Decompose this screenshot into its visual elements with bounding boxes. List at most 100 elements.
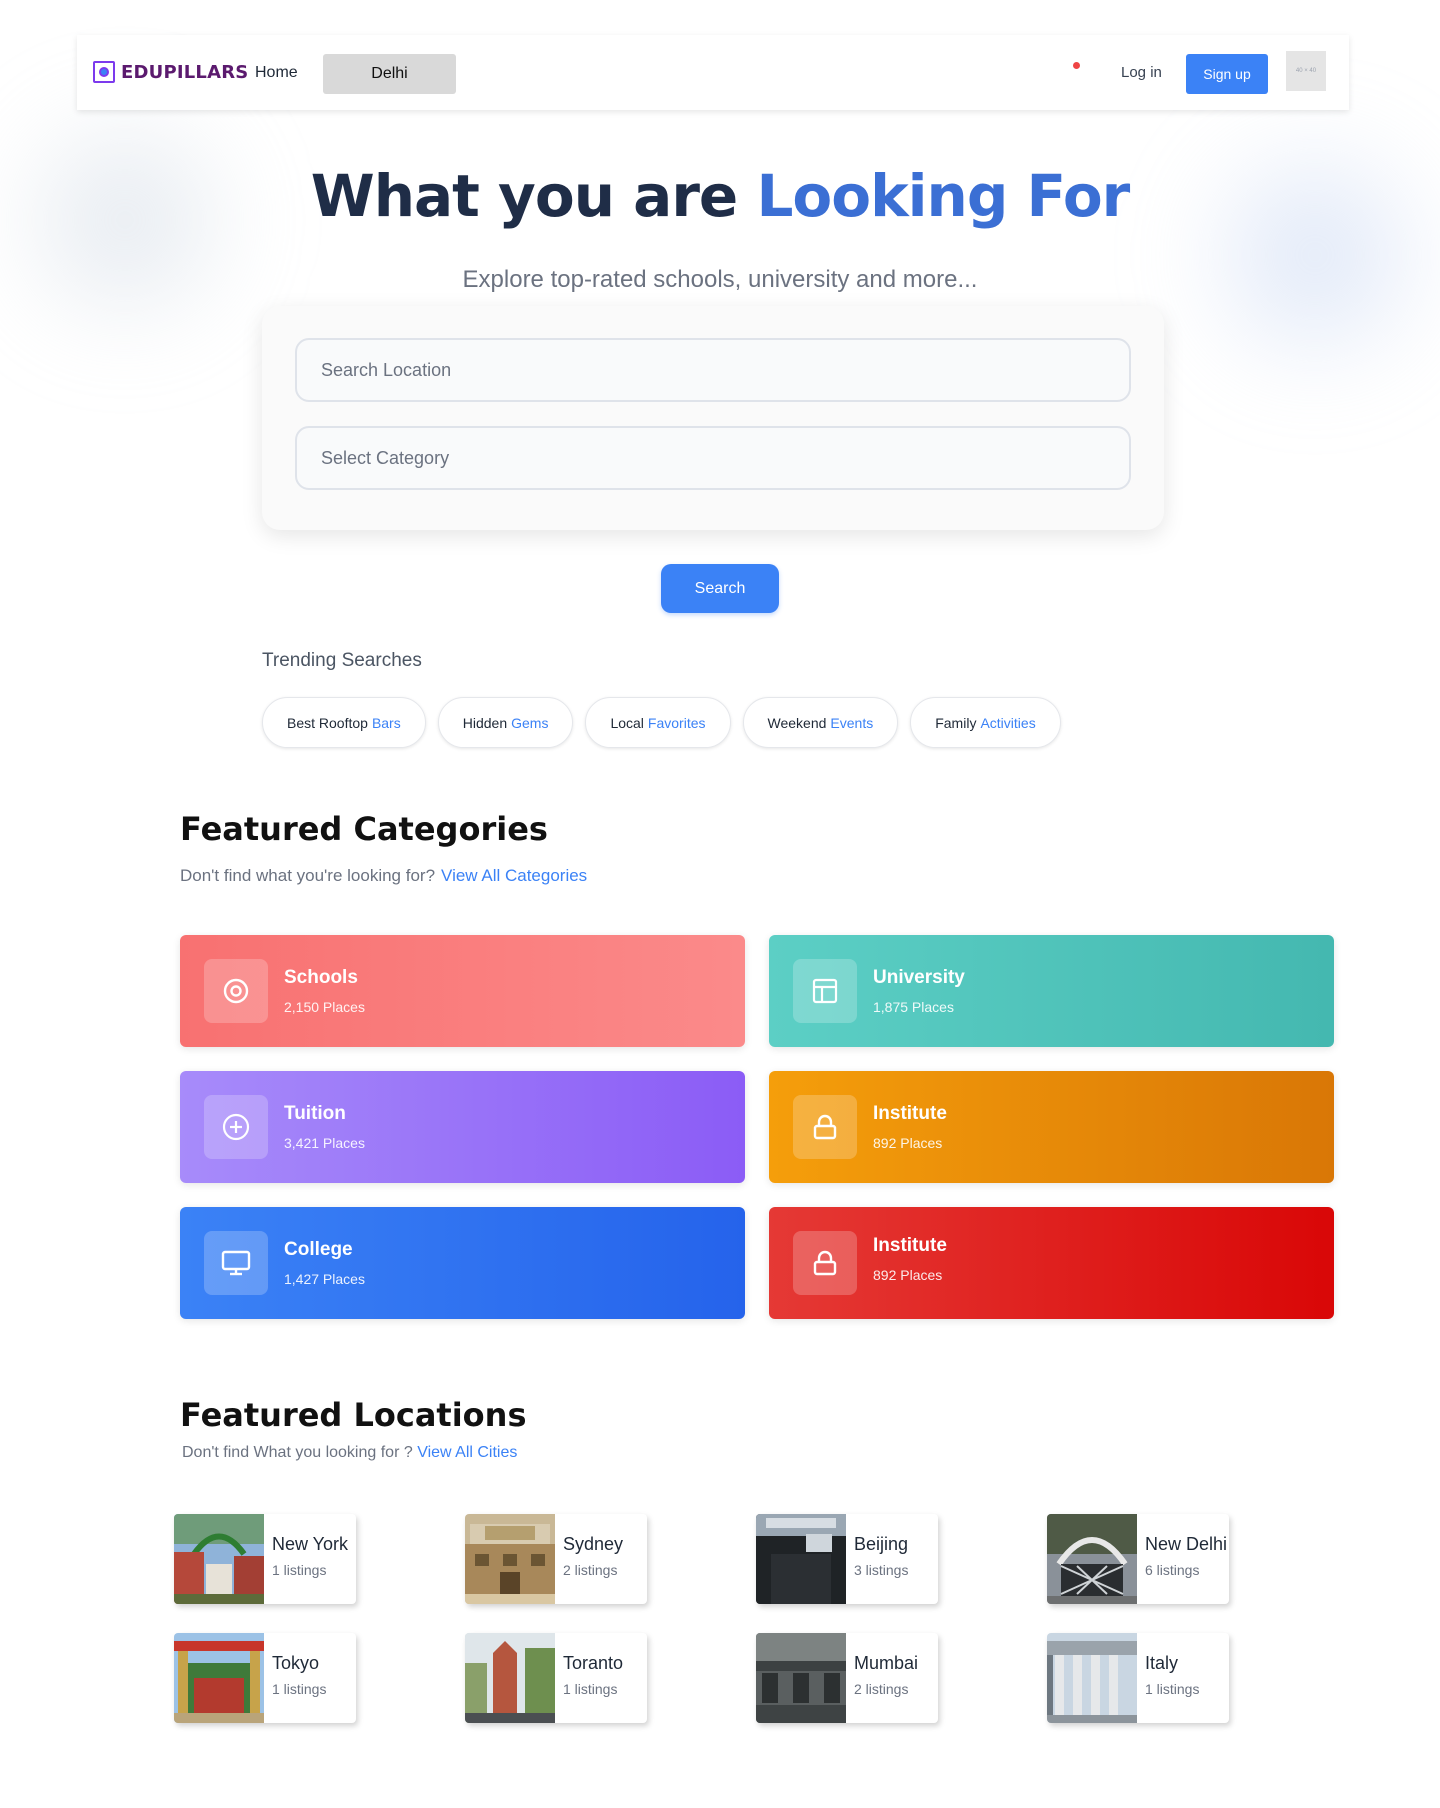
trending-chip[interactable]: Best Rooftop Bars (262, 697, 426, 748)
location-count: 1 listings (1145, 1681, 1200, 1697)
view-all-cities-link[interactable]: View All Cities (417, 1444, 517, 1461)
chip-word-accent: Events (830, 714, 874, 731)
fl-subtitle-text: Don't find What you looking for ? (182, 1444, 413, 1461)
chip-word: Hidden (462, 714, 508, 731)
plus-circle-icon (204, 1095, 268, 1159)
category-card-college[interactable]: College 1,427 Places (180, 1207, 745, 1319)
location-photo (1047, 1514, 1137, 1604)
location-card-new-york[interactable]: New York 1 listings (174, 1514, 356, 1604)
location-name: New York (272, 1534, 349, 1554)
bulb-icon (93, 61, 115, 83)
category-card-schools[interactable]: Schools 2,150 Places (180, 935, 745, 1047)
select-category-dropdown[interactable]: Select Category (295, 426, 1131, 490)
trending-chip[interactable]: Local Favorites (585, 697, 731, 748)
chip-word-accent: Gems (511, 714, 549, 731)
category-name: Tuition (284, 1103, 346, 1124)
location-count: 6 listings (1145, 1562, 1200, 1578)
hero-title: What you are Looking For (0, 162, 1440, 230)
category-name: University (873, 967, 965, 988)
location-card-new-delhi[interactable]: New Delhi 6 listings (1047, 1514, 1229, 1604)
location-name: Mumbai (854, 1653, 919, 1673)
chip-word: Best Rooftop (287, 714, 368, 731)
chip-word: Weekend (767, 714, 827, 731)
logo[interactable]: EDUPILLARS (93, 61, 248, 83)
category-count: 892 Places (873, 1267, 943, 1283)
location-card-italy[interactable]: Italy 1 listings (1047, 1633, 1229, 1723)
location-count: 2 listings (854, 1681, 909, 1697)
featured-categories-title: Featured Categories (180, 810, 548, 848)
location-name: Beijing (854, 1534, 909, 1554)
city-selector-button[interactable]: Delhi (323, 54, 456, 94)
category-name: Institute (873, 1103, 947, 1124)
category-count: 892 Places (873, 1135, 943, 1151)
search-button[interactable]: Search (661, 564, 779, 613)
trending-chip[interactable]: Hidden Gems (437, 697, 574, 748)
featured-locations-subtitle: Don't find What you looking for ? View A… (182, 1444, 517, 1462)
search-location-input[interactable]: Search Location (295, 338, 1131, 402)
location-name: Sydney (563, 1534, 624, 1554)
location-count: 1 listings (272, 1562, 327, 1578)
location-photo (756, 1514, 846, 1604)
category-count: 2,150 Places (284, 999, 365, 1015)
signup-button[interactable]: Sign up (1186, 54, 1268, 94)
category-count: 3,421 Places (284, 1135, 365, 1151)
hero-title-accent: Looking For (756, 162, 1130, 230)
navbar: EDUPILLARS Home Delhi Log in Sign up 40 … (77, 35, 1349, 110)
monitor-icon (204, 1231, 268, 1295)
category-card-institute-2[interactable]: Institute 892 Places (769, 1207, 1334, 1319)
location-photo (465, 1633, 555, 1723)
login-link[interactable]: Log in (1121, 64, 1162, 81)
chip-word-accent: Bars (371, 714, 401, 731)
fc-subtitle-text: Don't find what you're looking for? (180, 866, 436, 885)
chip-word-accent: Favorites (647, 714, 706, 731)
avatar[interactable]: 40 × 40 (1286, 51, 1326, 91)
category-name: Institute (873, 1235, 947, 1256)
location-card-sydney[interactable]: Sydney 2 listings (465, 1514, 647, 1604)
location-count: 1 listings (272, 1681, 327, 1697)
category-count: 1,875 Places (873, 999, 954, 1015)
nav-home-link[interactable]: Home (255, 64, 298, 82)
location-photo (1047, 1633, 1137, 1723)
logo-text: EDUPILLARS (121, 61, 249, 83)
featured-locations-title: Featured Locations (180, 1396, 527, 1434)
chip-word: Local (610, 714, 644, 731)
category-name: Schools (284, 967, 358, 988)
location-name: Italy (1145, 1653, 1179, 1673)
trending-title: Trending Searches (262, 650, 422, 671)
location-card-mumbai[interactable]: Mumbai 2 listings (756, 1633, 938, 1723)
hero-title-main: What you are (310, 162, 757, 230)
location-name: Toranto (563, 1653, 624, 1673)
location-photo (756, 1633, 846, 1723)
chip-word-accent: Activities (980, 714, 1036, 731)
category-card-university[interactable]: University 1,875 Places (769, 935, 1334, 1047)
view-all-categories-link[interactable]: View All Categories (441, 866, 587, 885)
featured-categories-subtitle: Don't find what you're looking for? View … (180, 866, 587, 886)
location-photo (174, 1633, 264, 1723)
hero-subtitle: Explore top-rated schools, university an… (462, 266, 978, 293)
location-photo (465, 1514, 555, 1604)
decorative-blob-right (1170, 120, 1440, 390)
layout-icon (793, 959, 857, 1023)
trending-chip[interactable]: Family Activities (910, 697, 1061, 748)
trending-chips: Best Rooftop Bars Hidden Gems Local Favorit… (262, 697, 1061, 748)
category-card-tuition[interactable]: Tuition 3,421 Places (180, 1071, 745, 1183)
location-count: 2 listings (563, 1562, 618, 1578)
search-card: Search Location Select Category (262, 306, 1164, 530)
trending-chip[interactable]: Weekend Events (742, 697, 899, 748)
location-card-tokyo[interactable]: Tokyo 1 listings (174, 1633, 356, 1723)
chip-word: Family (935, 714, 977, 731)
target-icon (204, 959, 268, 1023)
lock-icon (793, 1095, 857, 1159)
lock-icon (793, 1231, 857, 1295)
category-card-institute[interactable]: Institute 892 Places (769, 1071, 1334, 1183)
location-count: 1 listings (563, 1681, 618, 1697)
location-card-toranto[interactable]: Toranto 1 listings (465, 1633, 647, 1723)
location-name: Tokyo (272, 1653, 320, 1673)
location-photo (174, 1514, 264, 1604)
category-name: College (284, 1239, 353, 1260)
location-count: 3 listings (854, 1562, 909, 1578)
location-card-beijing[interactable]: Beijing 3 listings (756, 1514, 938, 1604)
category-count: 1,427 Places (284, 1271, 365, 1287)
notification-dot-icon (1073, 62, 1080, 69)
location-name: New Delhi (1145, 1534, 1228, 1554)
